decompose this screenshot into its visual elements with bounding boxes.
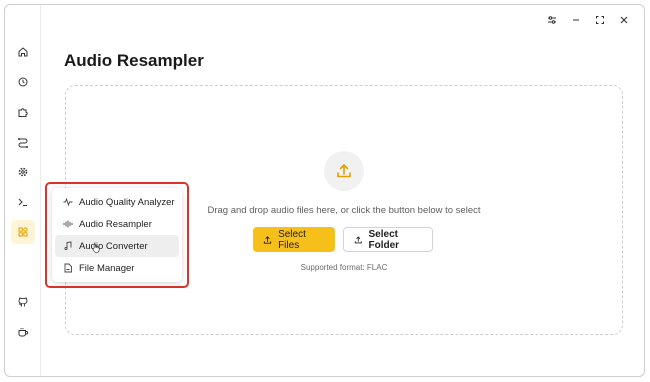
puzzle-icon (18, 108, 28, 117)
select-folder-button[interactable]: Select Folder (343, 227, 433, 252)
page-title: Audio Resampler (64, 51, 204, 70)
menu-item-audio-converter[interactable]: Audio Converter (55, 235, 179, 257)
audio-wave-icon (63, 220, 73, 228)
hand-cursor-icon (92, 243, 100, 253)
terminal-icon (18, 198, 27, 206)
sliders-icon[interactable] (542, 11, 562, 29)
sidebar-item-terminal[interactable] (11, 190, 35, 214)
select-files-button[interactable]: Select Files (253, 227, 335, 252)
select-files-label: Select Files (278, 228, 306, 251)
menu-item-label: File Manager (79, 262, 135, 274)
sidebar-item-github[interactable] (11, 290, 35, 314)
sidebar (5, 5, 41, 376)
waveform-icon (63, 197, 73, 207)
coffee-icon (18, 328, 29, 337)
app-window: Audio Resampler Drag and drop audio file… (4, 4, 645, 377)
github-icon (18, 297, 28, 307)
history-icon (18, 77, 28, 87)
home-icon (18, 47, 28, 57)
menu-item-audio-resampler[interactable]: Audio Resampler (55, 213, 179, 235)
menu-item-label: Audio Converter (79, 240, 148, 252)
music-note-icon (64, 241, 72, 251)
upload-icon-circle (324, 151, 364, 191)
menu-item-label: Audio Resampler (79, 218, 152, 230)
tools-menu: Audio Quality Analyzer Audio Resampler A… (52, 188, 182, 282)
sidebar-item-coffee[interactable] (11, 320, 35, 344)
gear-icon (18, 167, 28, 177)
menu-item-audio-quality-analyzer[interactable]: Audio Quality Analyzer (55, 191, 179, 213)
select-folder-label: Select Folder (368, 228, 400, 251)
minimize-icon[interactable] (566, 11, 586, 29)
dropzone-buttons: Select Files Select Folder (253, 227, 433, 252)
maximize-icon[interactable] (590, 11, 610, 29)
sidebar-item-tools[interactable] (11, 220, 35, 244)
menu-item-label: Audio Quality Analyzer (79, 196, 175, 208)
upload-icon (354, 235, 362, 243)
upload-icon (337, 164, 351, 178)
workflow-icon (18, 138, 28, 148)
close-icon[interactable] (614, 11, 634, 29)
sidebar-item-history[interactable] (11, 70, 35, 94)
sidebar-item-workflow[interactable] (11, 130, 35, 154)
file-icon (64, 263, 72, 273)
sidebar-item-settings[interactable] (11, 160, 35, 184)
upload-icon (263, 235, 272, 244)
window-controls (542, 11, 634, 29)
sidebar-item-home[interactable] (11, 40, 35, 64)
sidebar-item-extensions[interactable] (11, 100, 35, 124)
menu-item-file-manager[interactable]: File Manager (55, 257, 179, 279)
apps-icon (18, 227, 28, 237)
